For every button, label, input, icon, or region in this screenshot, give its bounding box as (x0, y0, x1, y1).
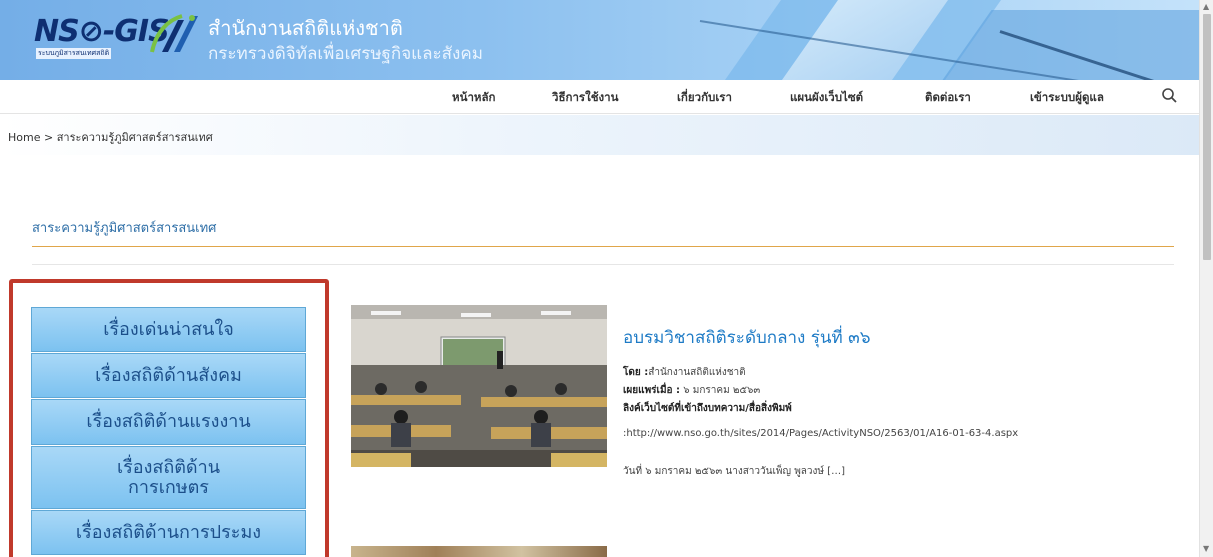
article-author: โดย :สำนักงานสถิติแห่งชาติ (623, 365, 746, 380)
article-link[interactable]: :http://www.nso.go.th/sites/2014/Pages/A… (623, 428, 1018, 439)
author-label: โดย : (623, 367, 649, 378)
menu-fishery-stats[interactable]: เรื่องสถิติด้านการประมง (31, 510, 306, 555)
article-date: เผยแพร่เมื่อ : ๖ มกราคม ๒๕๖๓ (623, 383, 760, 398)
menu-featured[interactable]: เรื่องเด่นน่าสนใจ (31, 307, 306, 352)
page-scrollbar[interactable]: ▲ ▼ (1199, 0, 1213, 557)
section-divider (32, 246, 1174, 247)
section-divider-light (32, 264, 1174, 265)
date-label: เผยแพร่เมื่อ : (623, 385, 681, 396)
main-nav: หน้าหลัก วิธีการใช้งาน เกี่ยวกับเรา แผนผ… (0, 80, 1199, 114)
site-logo[interactable]: NS⊘-GIS ระบบภูมิสารสนเทศสถิติ (30, 10, 210, 59)
logo-mark-icon (150, 14, 198, 53)
nav-how-to-use[interactable]: วิธีการใช้งาน (552, 89, 618, 107)
author-value: สำนักงานสถิติแห่งชาติ (648, 367, 746, 378)
header-banner: NS⊘-GIS ระบบภูมิสารสนเทศสถิติ สำนักงานสถ… (0, 0, 1199, 80)
scroll-up-icon[interactable]: ▲ (1203, 2, 1209, 11)
search-icon[interactable] (1160, 86, 1180, 106)
nav-contact[interactable]: ติดต่อเรา (925, 89, 971, 107)
article-link-label: ลิงค์เว็บไซต์ที่เข้าถึงบทความ/สื่อสิ่งพิ… (623, 401, 792, 416)
nav-about[interactable]: เกี่ยวกับเรา (677, 89, 732, 107)
section-title: สาระความรู้ภูมิศาสตร์สารสนเทศ (32, 221, 217, 236)
logo-subtitle: ระบบภูมิสารสนเทศสถิติ (36, 48, 112, 59)
date-value: ๖ มกราคม ๒๕๖๓ (683, 385, 761, 396)
breadcrumb-bar: Home > สาระความรู้ภูมิศาสตร์สารสนเทศ (0, 115, 1199, 155)
next-article-thumbnail[interactable] (351, 546, 607, 557)
breadcrumb[interactable]: Home > สาระความรู้ภูมิศาสตร์สารสนเทศ (8, 128, 213, 146)
menu-agriculture-stats[interactable]: เรื่องสถิติด้าน การเกษตร (31, 446, 306, 509)
org-subtitle: กระทรวงดิจิทัลเพื่อเศรษฐกิจและสังคม (208, 44, 483, 64)
link-label: ลิงค์เว็บไซต์ที่เข้าถึงบทความ/สื่อสิ่งพิ… (623, 403, 792, 414)
scrollbar-thumb[interactable] (1203, 14, 1211, 260)
menu-social-stats[interactable]: เรื่องสถิติด้านสังคม (31, 353, 306, 398)
nav-sitemap[interactable]: แผนผังเว็บไซต์ (790, 89, 863, 107)
menu-labor-stats[interactable]: เรื่องสถิติด้านแรงงาน (31, 399, 306, 445)
scroll-down-icon[interactable]: ▼ (1203, 544, 1209, 553)
article-title[interactable]: อบรมวิชาสถิติระดับกลาง รุ่นที่ ๓๖ (623, 324, 871, 351)
article-thumbnail[interactable] (351, 305, 607, 467)
nav-home[interactable]: หน้าหลัก (452, 89, 496, 107)
page: NS⊘-GIS ระบบภูมิสารสนเทศสถิติ สำนักงานสถ… (0, 0, 1199, 557)
nav-admin-login[interactable]: เข้าระบบผู้ดูแล (1030, 89, 1104, 107)
article-excerpt: วันที่ ๖ มกราคม ๒๕๖๓ นางสาววันเพ็ญ พูลวง… (623, 466, 845, 477)
